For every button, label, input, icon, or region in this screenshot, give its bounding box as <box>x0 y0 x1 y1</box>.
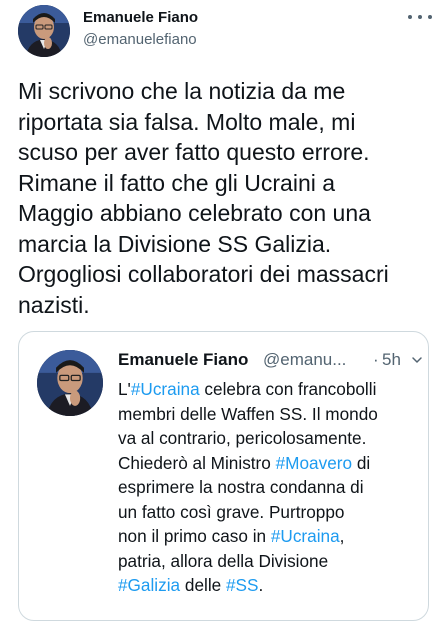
tweet-text-line: Orgogliosi collaboratori dei massacri <box>18 261 389 287</box>
more-horizontal-icon[interactable] <box>408 10 432 24</box>
quoted-text-fragment: Chiederò al Ministro <box>118 452 276 473</box>
quoted-text-line: membri delle Waffen SS. Il mondo <box>118 403 378 424</box>
tweet-text-line: nazisti. <box>18 291 90 318</box>
author-handle[interactable]: @emanuelefiano <box>83 31 197 48</box>
quoted-text-fragment: . <box>258 575 264 595</box>
quoted-text-fragment: non il primo caso in <box>118 526 271 546</box>
quoted-text-fragment: di <box>352 452 371 473</box>
tweet-text-line: scuso per aver fatto questo errore. <box>18 139 370 165</box>
avatar-image <box>37 350 103 416</box>
chevron-down-icon[interactable] <box>411 354 423 366</box>
quoted-text-line: Chiederò al Ministro #Moavero di <box>118 451 418 476</box>
quoted-text-line: L'#Ucraina celebra con francobolli <box>118 377 418 402</box>
quoted-text-line: un fatto così grave. Purtroppo <box>118 501 345 522</box>
quoted-author-handle[interactable]: @emanu... <box>263 350 346 370</box>
quoted-separator: · <box>373 350 379 369</box>
hashtag-link[interactable]: #Galizia <box>118 575 180 595</box>
tweet-text-line: Mi scrivono che la notizia da me <box>18 78 346 104</box>
quoted-text-fragment: celebra con francobolli <box>199 379 377 399</box>
quoted-text-line: non il primo caso in #Ucraina, <box>118 524 418 549</box>
tweet-text-line: Maggio abbiano celebrato con una <box>18 200 371 226</box>
quoted-timestamp[interactable]: 5h <box>382 350 401 370</box>
tweet-text-line: marcia la Divisione SS Galizia. <box>18 230 332 257</box>
avatar-image <box>18 5 70 57</box>
quoted-text-fragment: L' <box>118 379 131 399</box>
quoted-tweet-text: L'#Ucraina celebra con francobolli membr… <box>118 377 418 598</box>
quoted-tweet-card[interactable]: Emanuele Fiano @emanu... · 5h L'#Ucraina… <box>18 331 429 621</box>
quoted-author-name[interactable]: Emanuele Fiano <box>118 350 248 370</box>
quoted-author-avatar[interactable] <box>37 350 103 416</box>
quoted-text-fragment: , <box>339 526 345 546</box>
quoted-text-line: esprimere la nostra condanna di <box>118 477 364 497</box>
tweet-text-line: Rimane il fatto che gli Ucraini a <box>18 169 336 196</box>
quoted-text-fragment: delle <box>180 575 226 595</box>
tweet: Emanuele Fiano @emanuelefiano Mi scrivon… <box>0 0 447 621</box>
author-name[interactable]: Emanuele Fiano <box>83 9 198 26</box>
quoted-text-line: patria, allora della Divisione <box>118 550 329 571</box>
quoted-text-line: va al contrario, pericolosamente. <box>118 428 367 448</box>
hashtag-link[interactable]: #Ucraina <box>271 526 340 546</box>
tweet-text: Mi scrivono che la notizia da me riporta… <box>18 76 438 320</box>
hashtag-link[interactable]: #SS <box>226 575 259 595</box>
hashtag-link[interactable]: #Ucraina <box>131 379 200 399</box>
quoted-text-line: #Galizia delle #SS. <box>118 573 418 598</box>
hashtag-link[interactable]: #Moavero <box>276 453 352 473</box>
tweet-text-line: riportata sia falsa. Molto male, mi <box>18 108 356 135</box>
author-avatar[interactable] <box>18 5 70 57</box>
